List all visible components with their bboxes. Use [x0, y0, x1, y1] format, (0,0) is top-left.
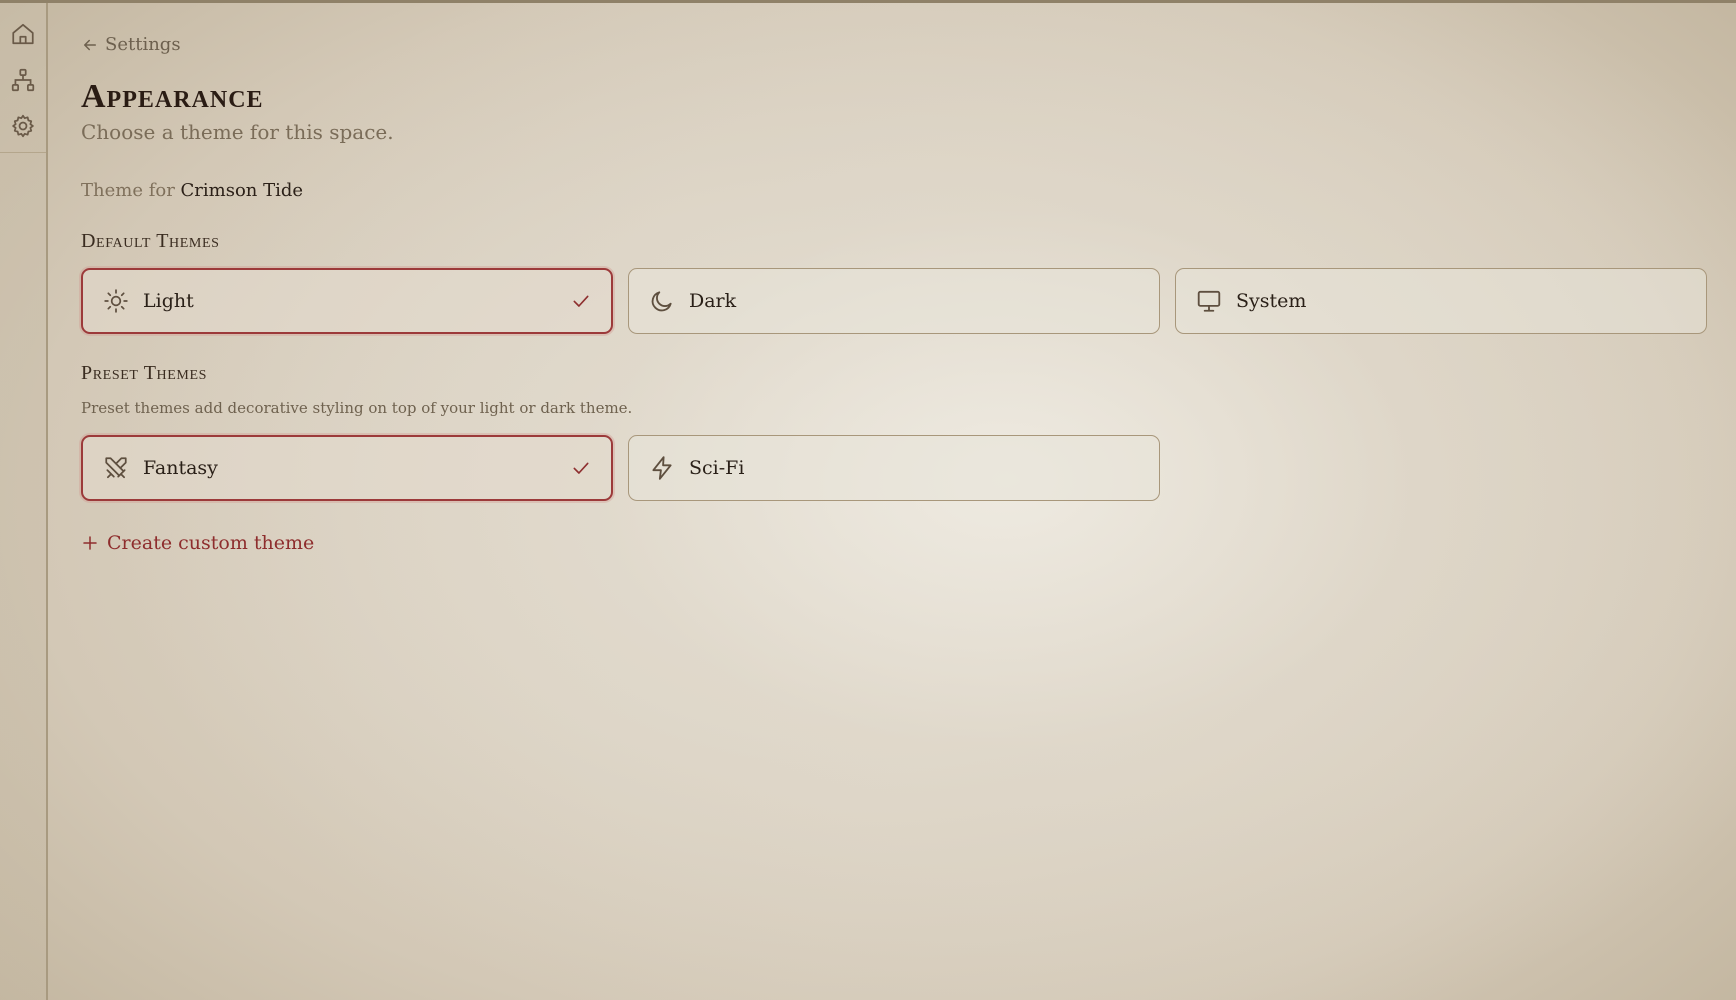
create-custom-theme-label: Create custom theme — [107, 532, 315, 554]
default-themes-heading: Default Themes — [81, 230, 220, 252]
preset-themes-description: Preset themes add decorative styling on … — [81, 399, 633, 417]
moon-icon — [649, 288, 675, 314]
page-title: Appearance — [81, 78, 264, 115]
back-to-settings-link[interactable]: Settings — [81, 34, 181, 55]
theme-option-fantasy[interactable]: Fantasy — [81, 435, 613, 501]
page-subtitle: Choose a theme for this space. — [81, 120, 394, 144]
back-link-label: Settings — [105, 34, 181, 55]
theme-option-dark[interactable]: Dark — [628, 268, 1160, 334]
sitemap-icon[interactable] — [10, 67, 36, 93]
theme-option-label: Dark — [689, 290, 737, 312]
theme-option-label: Fantasy — [143, 457, 218, 479]
check-icon — [571, 291, 591, 311]
create-custom-theme-button[interactable]: Create custom theme — [81, 532, 314, 554]
theme-option-scifi[interactable]: Sci-Fi — [628, 435, 1160, 501]
theme-option-light[interactable]: Light — [81, 268, 613, 334]
theme-for-prefix: Theme for — [81, 180, 175, 201]
check-icon — [571, 458, 591, 478]
lightning-icon — [649, 455, 675, 481]
window-top-border — [0, 0, 1736, 3]
icon-rail — [0, 3, 48, 1000]
crossed-swords-icon — [103, 455, 129, 481]
theme-option-label: Sci-Fi — [689, 457, 745, 479]
theme-option-system[interactable]: System — [1175, 268, 1707, 334]
plus-icon — [83, 536, 97, 550]
rail-icon-group — [0, 3, 46, 153]
gear-icon[interactable] — [10, 113, 36, 139]
sun-icon — [103, 288, 129, 314]
monitor-icon — [1196, 288, 1222, 314]
theme-option-label: Light — [143, 290, 194, 312]
home-icon[interactable] — [10, 21, 36, 47]
space-name: Crimson Tide — [180, 180, 304, 201]
arrow-left-icon — [84, 39, 96, 50]
theme-option-label: System — [1236, 290, 1307, 312]
preset-themes-heading: Preset Themes — [81, 362, 208, 384]
theme-for-line: Theme for Crimson Tide — [81, 180, 303, 201]
